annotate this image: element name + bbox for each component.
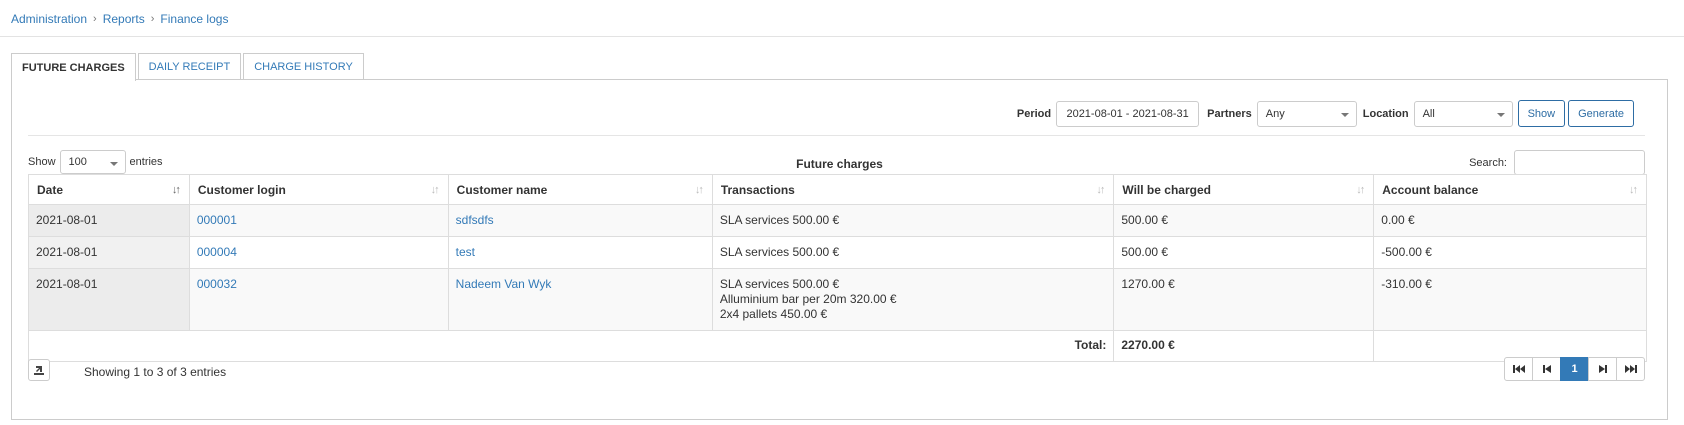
cell-account-balance: -500.00 € xyxy=(1373,236,1647,269)
sort-icon: ↓↑ xyxy=(430,184,440,196)
partners-select-value: Any xyxy=(1265,107,1285,120)
future-charges-table: Date ↓↑ Customer login ↓↑ Customer name ↓↑ … xyxy=(27,174,1647,362)
cell-customer-login: 000001 xyxy=(188,204,449,237)
sort-icon: ↓↑ xyxy=(1629,184,1638,196)
cell-will-be-charged: 500.00 € xyxy=(1113,236,1375,269)
cell-customer-login: 000004 xyxy=(188,236,449,269)
last-page-icon xyxy=(1624,365,1637,373)
transaction-line: Alluminium bar per 20m 320.00 € xyxy=(719,292,897,306)
prev-page-button[interactable] xyxy=(1532,357,1561,381)
generate-button[interactable]: Generate xyxy=(1568,100,1634,127)
next-page-button[interactable] xyxy=(1588,357,1617,381)
sort-icon: ↓↑ xyxy=(694,184,704,196)
breadcrumb-administration[interactable]: Administration xyxy=(11,12,87,26)
total-value: 2270.00 € xyxy=(1113,330,1375,362)
cell-account-balance: -310.00 € xyxy=(1373,268,1647,331)
column-label: Customer name xyxy=(456,182,548,197)
table-title: Future charges xyxy=(796,157,883,171)
search-label: Search: xyxy=(1469,156,1507,169)
chevron-right-icon: › xyxy=(93,13,97,25)
page-button-current[interactable]: 1 xyxy=(1560,357,1589,381)
header-divider xyxy=(0,36,1684,37)
column-header-account-balance[interactable]: Account balance ↓↑ xyxy=(1373,174,1647,205)
first-page-icon xyxy=(1512,365,1525,373)
period-input[interactable]: 2021-08-01 - 2021-08-31 xyxy=(1056,100,1200,127)
column-header-customer-login[interactable]: Customer login ↓↑ xyxy=(188,174,449,205)
filter-bar: Period 2021-08-01 - 2021-08-31 Partners … xyxy=(1017,100,1634,127)
cell-account-balance: 0.00 € xyxy=(1373,204,1647,237)
filter-divider xyxy=(28,135,1645,136)
tab-future-charges[interactable]: FUTURE CHARGES xyxy=(11,53,136,81)
breadcrumb-finance-logs[interactable]: Finance logs xyxy=(160,12,228,26)
column-label: Will be charged xyxy=(1122,182,1211,197)
location-select[interactable]: All xyxy=(1413,100,1513,127)
search-box: Search: xyxy=(1469,150,1645,175)
customer-login-link[interactable]: 000004 xyxy=(197,245,237,259)
customer-login-link[interactable]: 000032 xyxy=(197,277,237,291)
sort-icon: ↓↑ xyxy=(1356,184,1365,196)
caret-down-icon xyxy=(1340,112,1349,117)
cell-customer-name: sdfsdfs xyxy=(447,204,713,237)
partners-label: Partners xyxy=(1207,107,1252,120)
export-button[interactable] xyxy=(28,359,50,381)
export-icon xyxy=(34,366,44,375)
partners-select[interactable]: Any xyxy=(1256,100,1357,127)
customer-name-link[interactable]: Nadeem Van Wyk xyxy=(456,277,552,291)
breadcrumb-reports[interactable]: Reports xyxy=(103,12,145,26)
cell-date: 2021-08-01 xyxy=(28,268,190,331)
transaction-line: SLA services 500.00 € xyxy=(719,213,840,227)
column-label: Account balance xyxy=(1382,182,1479,197)
total-row: Total: 2270.00 € xyxy=(27,330,1647,362)
prev-page-icon xyxy=(1542,365,1551,373)
column-label: Date xyxy=(37,182,64,197)
total-label: Total: xyxy=(27,330,1115,362)
table-header-row: Date ↓↑ Customer login ↓↑ Customer name ↓↑ … xyxy=(28,174,1647,205)
show-button[interactable]: Show xyxy=(1517,100,1566,127)
column-header-transactions[interactable]: Transactions ↓↑ xyxy=(711,174,1115,205)
caret-down-icon xyxy=(1496,112,1505,117)
table-row: 2021-08-01 000001 sdfsdfs SLA services 5… xyxy=(28,204,1647,237)
search-input[interactable] xyxy=(1514,150,1645,175)
first-page-button[interactable] xyxy=(1504,357,1533,381)
customer-name-link[interactable]: test xyxy=(456,245,475,259)
cell-will-be-charged: 1270.00 € xyxy=(1113,268,1375,331)
sort-asc-icon: ↓↑ xyxy=(171,184,181,196)
transaction-line: SLA services 500.00 € xyxy=(719,277,840,291)
period-label: Period xyxy=(1016,107,1052,120)
cell-customer-login: 000032 xyxy=(188,268,449,331)
cell-transactions: SLA services 500.00 € Alluminium bar per… xyxy=(711,268,1115,331)
chevron-right-icon: › xyxy=(150,13,155,25)
cell-customer-name: test xyxy=(447,236,713,269)
column-header-will-be-charged[interactable]: Will be charged ↓↑ xyxy=(1113,174,1375,205)
customer-login-link[interactable]: 000001 xyxy=(197,213,237,227)
table-row: 2021-08-01 000004 test SLA services 500.… xyxy=(28,236,1647,269)
cell-date: 2021-08-01 xyxy=(28,204,190,237)
cell-transactions: SLA services 500.00 € xyxy=(711,204,1115,237)
cell-transactions: SLA services 500.00 € xyxy=(711,236,1115,269)
column-label: Transactions xyxy=(720,182,795,197)
breadcrumb: Administration › Reports › Finance logs xyxy=(11,11,228,27)
column-header-customer-name[interactable]: Customer name ↓↑ xyxy=(447,174,713,205)
cell-date: 2021-08-01 xyxy=(28,236,190,269)
cell-will-be-charged: 500.00 € xyxy=(1113,204,1375,237)
sort-icon: ↓↑ xyxy=(1096,184,1105,196)
tab-panel: Period 2021-08-01 - 2021-08-31 Partners … xyxy=(11,79,1668,420)
tab-bar: FUTURE CHARGES DAILY RECEIPT CHARGE HIST… xyxy=(11,53,366,81)
pagination: 1 xyxy=(1504,357,1645,381)
tab-charge-history[interactable]: CHARGE HISTORY xyxy=(243,53,364,80)
transaction-line: SLA services 500.00 € xyxy=(719,245,840,259)
location-label: Location xyxy=(1362,107,1409,120)
table-row: 2021-08-01 000032 Nadeem Van Wyk SLA ser… xyxy=(28,268,1647,331)
column-label: Customer login xyxy=(197,182,286,197)
table-info: Showing 1 to 3 of 3 entries xyxy=(84,365,227,379)
next-page-icon xyxy=(1598,365,1607,373)
column-header-date[interactable]: Date ↓↑ xyxy=(28,174,190,205)
location-select-value: All xyxy=(1422,107,1435,120)
last-page-button[interactable] xyxy=(1616,357,1645,381)
transaction-line: 2x4 pallets 450.00 € xyxy=(719,307,828,321)
cell-customer-name: Nadeem Van Wyk xyxy=(447,268,713,331)
tab-daily-receipt[interactable]: DAILY RECEIPT xyxy=(137,53,242,80)
customer-name-link[interactable]: sdfsdfs xyxy=(456,213,494,227)
